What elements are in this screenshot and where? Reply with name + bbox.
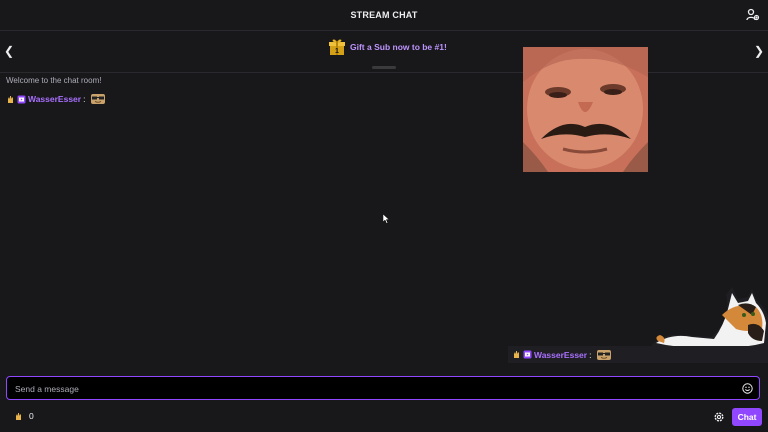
sunglasses-emote-icon xyxy=(597,349,612,360)
gear-icon[interactable] xyxy=(713,411,725,423)
gift-icon: 1 xyxy=(329,39,345,55)
chat-header: STREAM CHAT xyxy=(0,0,768,31)
hand-badge-icon xyxy=(514,351,519,358)
stream-chat-app: STREAM CHAT ❮ 1 Gift a Sub now to be #1!… xyxy=(0,0,768,432)
chat-send-button[interactable]: Chat xyxy=(732,408,762,426)
hand-badge-icon xyxy=(8,95,13,103)
chevron-left-icon[interactable]: ❮ xyxy=(4,45,14,57)
points-count: 0 xyxy=(29,411,34,421)
user-list-icon[interactable] xyxy=(746,8,760,22)
mouse-cursor-icon xyxy=(383,214,390,224)
hand-points-icon xyxy=(16,412,21,420)
chat-username[interactable]: WasserEsser xyxy=(28,94,81,104)
smiley-icon[interactable] xyxy=(742,383,753,394)
gift-sub-cta[interactable]: 1 Gift a Sub now to be #1! xyxy=(328,37,447,57)
video-badge-icon xyxy=(17,95,26,103)
gift-sub-banner: ❮ 1 Gift a Sub now to be #1! ❯ xyxy=(0,31,768,73)
chat-separator: : xyxy=(83,94,86,104)
welcome-message: Welcome to the chat room! xyxy=(6,76,102,85)
overlay-separator: : xyxy=(589,349,592,360)
overlay-chat-message: WasserEsser : xyxy=(508,346,768,363)
cat-image xyxy=(652,287,768,349)
gift-sub-text: Gift a Sub now to be #1! xyxy=(350,42,447,52)
chat-input-container xyxy=(6,376,760,400)
message-input[interactable] xyxy=(13,381,737,397)
channel-points[interactable]: 0 xyxy=(14,411,34,421)
chat-title: STREAM CHAT xyxy=(350,10,418,20)
chat-message-list: Welcome to the chat room! WasserEsser : xyxy=(6,76,506,105)
video-badge-icon xyxy=(523,350,532,359)
chevron-right-icon[interactable]: ❯ xyxy=(754,45,764,57)
sunglasses-emote-icon xyxy=(91,94,106,104)
chat-message: WasserEsser : xyxy=(6,93,506,105)
overlay-username[interactable]: WasserEsser xyxy=(534,350,587,360)
meme-face-image xyxy=(523,47,648,172)
banner-drag-handle[interactable] xyxy=(372,66,396,69)
gift-number: 1 xyxy=(335,48,339,55)
